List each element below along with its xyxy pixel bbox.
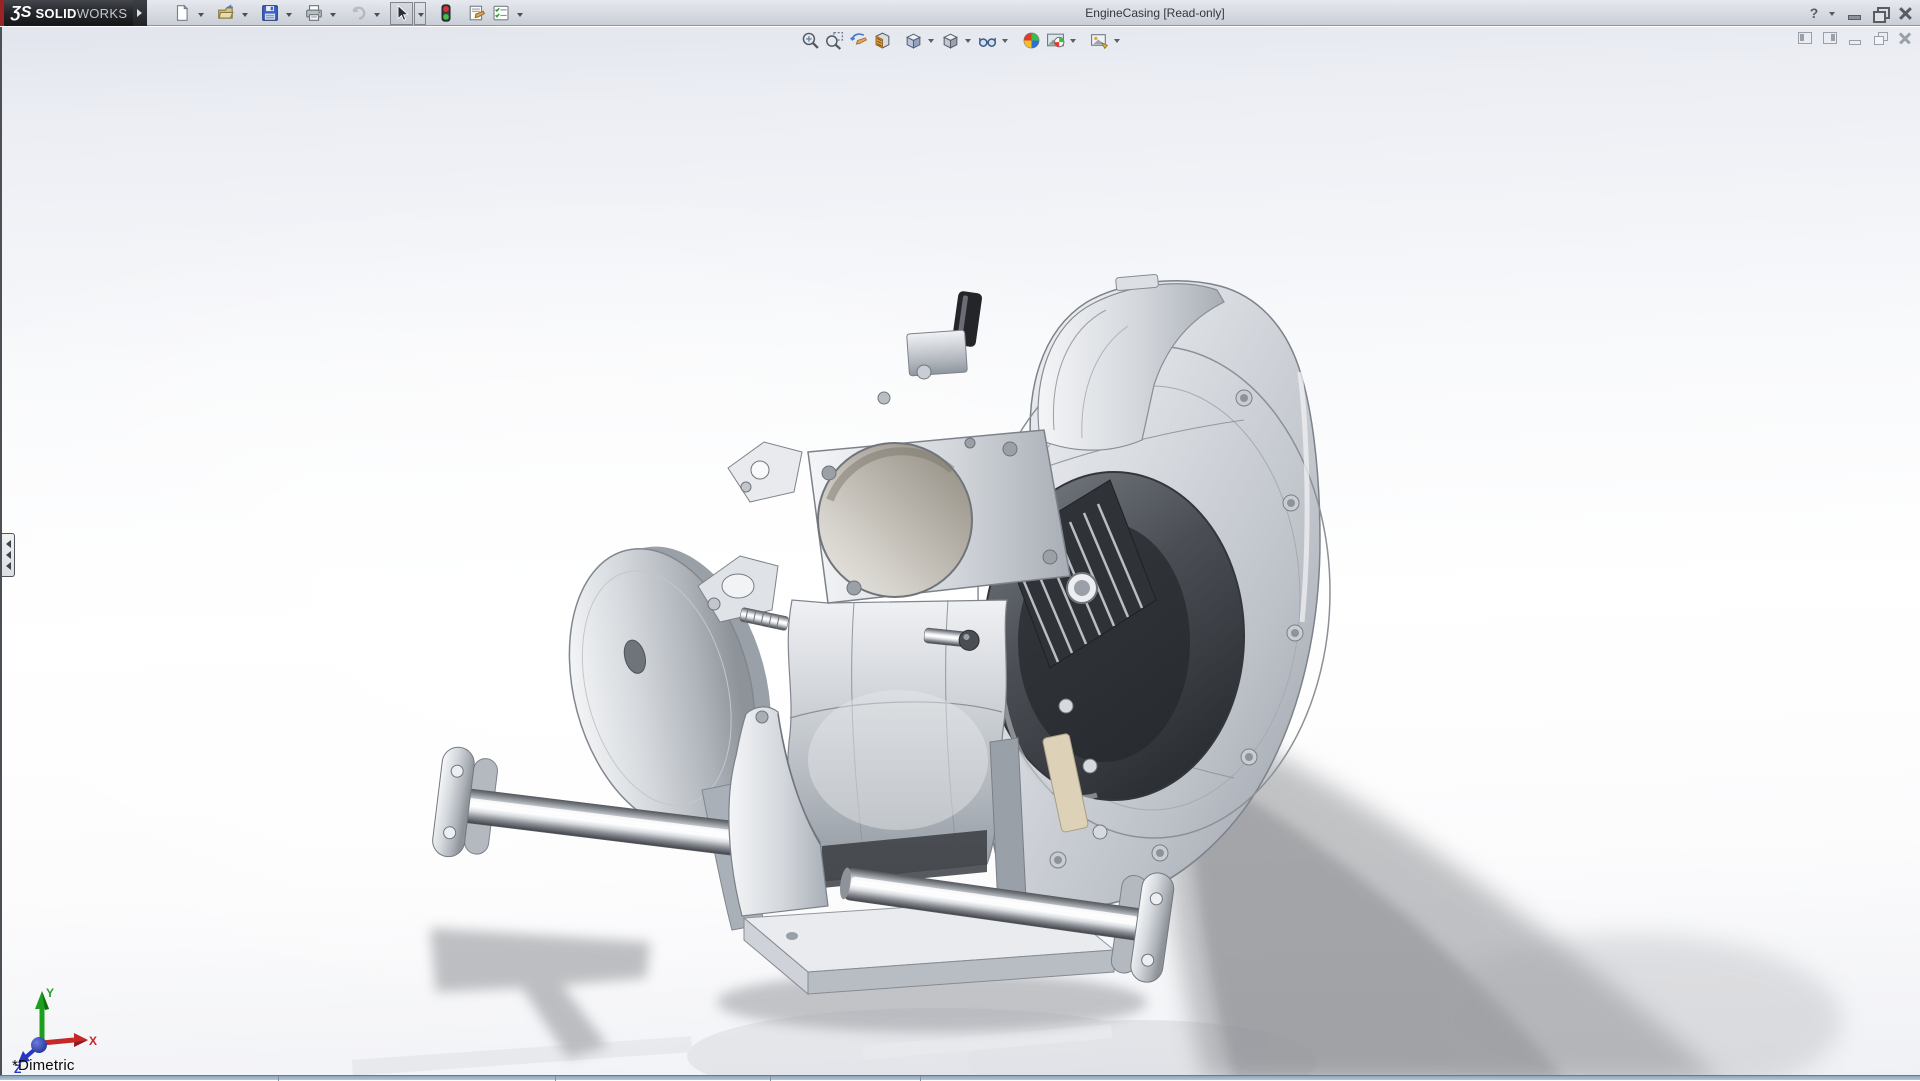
- zoom-to-fit-icon: [801, 31, 820, 50]
- file-properties-icon: [468, 4, 486, 22]
- file-properties-button[interactable]: [465, 2, 488, 25]
- restore-button[interactable]: [1870, 3, 1890, 23]
- options-button[interactable]: [489, 2, 512, 25]
- menu-expand-button[interactable]: [133, 0, 147, 26]
- hide-show-items-dropdown[interactable]: [1000, 29, 1011, 51]
- graphics-area[interactable]: Y X Z *Dimetric: [0, 27, 1920, 1075]
- collapse-arrow-icon: [6, 562, 11, 570]
- hide-show-items-button[interactable]: [976, 29, 998, 51]
- section-view-button[interactable]: [871, 29, 893, 51]
- select-button[interactable]: [390, 2, 413, 25]
- document-restore-button[interactable]: [1871, 30, 1889, 46]
- view-settings-button[interactable]: [1088, 29, 1110, 51]
- options-icon: [492, 4, 510, 22]
- collapse-arrow-icon: [6, 551, 11, 559]
- floor-reflection: [352, 1008, 1317, 1075]
- collapse-arrow-icon: [6, 540, 11, 548]
- new-document-dropdown[interactable]: [194, 2, 206, 25]
- window-controls: ?: [1806, 2, 1916, 24]
- display-style-icon: [941, 31, 960, 50]
- open-dropdown[interactable]: [238, 2, 250, 25]
- display-style-dropdown[interactable]: [963, 29, 974, 51]
- title-bar: ƷS SOLID WORKS: [0, 0, 1920, 26]
- options-dropdown[interactable]: [513, 2, 525, 25]
- triad-x-label: X: [89, 1034, 97, 1048]
- undo-button[interactable]: [346, 2, 369, 25]
- pane-right-icon: [1823, 32, 1837, 44]
- view-orientation-button[interactable]: [902, 29, 924, 51]
- pane-left-button[interactable]: [1796, 30, 1814, 46]
- previous-view-button[interactable]: [847, 29, 869, 51]
- feature-manager-collapse-tab[interactable]: [2, 533, 15, 577]
- view-orientation-label: *Dimetric: [12, 1057, 75, 1074]
- view-settings-dropdown[interactable]: [1112, 29, 1123, 51]
- pane-right-button[interactable]: [1821, 30, 1839, 46]
- apply-scene-dropdown[interactable]: [1068, 29, 1079, 51]
- print-button[interactable]: [302, 2, 325, 25]
- document-close-button[interactable]: [1896, 30, 1914, 46]
- undo-icon: [349, 4, 367, 22]
- engine-casing-model[interactable]: [2, 27, 1920, 1075]
- document-minimize-button[interactable]: [1846, 30, 1864, 46]
- print-dropdown[interactable]: [326, 2, 338, 25]
- zoom-to-fit-button[interactable]: [799, 29, 821, 51]
- apply-scene-button[interactable]: [1044, 29, 1066, 51]
- appearance-ball-icon: [1022, 31, 1041, 50]
- previous-view-icon: [849, 31, 868, 50]
- new-document-icon: [173, 4, 191, 22]
- save-button[interactable]: [258, 2, 281, 25]
- document-window-controls: [1796, 30, 1914, 46]
- select-dropdown[interactable]: [414, 2, 426, 25]
- zoom-to-area-icon: [825, 31, 844, 50]
- open-icon: [217, 4, 235, 22]
- pane-left-icon: [1798, 32, 1812, 44]
- print-icon: [305, 4, 323, 22]
- view-orientation-icon: [904, 31, 923, 50]
- solidworks-logo: ƷS SOLID WORKS: [4, 0, 133, 26]
- edit-appearance-button[interactable]: [1020, 29, 1042, 51]
- save-icon: [261, 4, 279, 22]
- new-document-button[interactable]: [170, 2, 193, 25]
- section-view-icon: [873, 31, 892, 50]
- display-style-button[interactable]: [939, 29, 961, 51]
- status-bar: [0, 1075, 1920, 1080]
- left-brackets[interactable]: [698, 442, 802, 631]
- apply-scene-icon: [1046, 31, 1065, 50]
- heads-up-toolbar: [799, 29, 1123, 51]
- minimize-button[interactable]: [1844, 3, 1864, 23]
- view-settings-icon: [1090, 31, 1109, 50]
- standard-toolbar: [170, 1, 525, 25]
- triad-y-label: Y: [46, 986, 54, 1000]
- zoom-to-area-button[interactable]: [823, 29, 845, 51]
- close-button[interactable]: [1896, 3, 1916, 23]
- top-fittings[interactable]: [878, 291, 983, 404]
- undo-dropdown[interactable]: [370, 2, 382, 25]
- rebuild-button[interactable]: [434, 2, 457, 25]
- solidworks-logo-mark: ƷS: [11, 4, 31, 22]
- help-button[interactable]: ?: [1806, 3, 1822, 23]
- view-orientation-dropdown[interactable]: [926, 29, 937, 51]
- help-dropdown[interactable]: [1828, 3, 1838, 23]
- traffic-light-icon: [437, 4, 455, 22]
- save-dropdown[interactable]: [282, 2, 294, 25]
- open-button[interactable]: [214, 2, 237, 25]
- document-title: EngineCasing [Read-only]: [1005, 6, 1305, 20]
- eyeglasses-icon: [978, 31, 997, 50]
- select-cursor-icon: [393, 4, 411, 22]
